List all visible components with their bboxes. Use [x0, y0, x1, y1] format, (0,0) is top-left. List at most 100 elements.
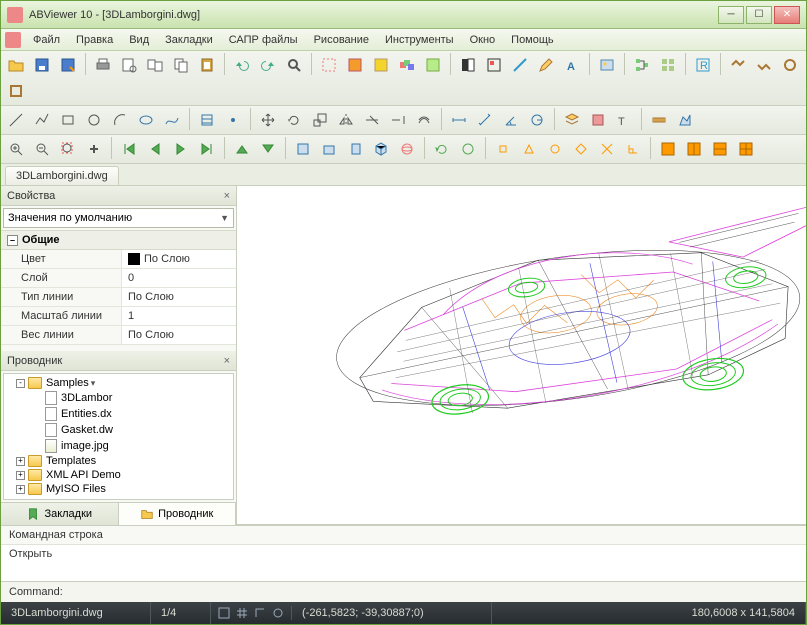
arc-icon[interactable]: [108, 108, 132, 132]
view-front-icon[interactable]: [317, 137, 341, 161]
trim-icon[interactable]: [360, 108, 384, 132]
collapse-icon[interactable]: –: [7, 235, 18, 246]
save-icon[interactable]: [30, 53, 54, 77]
tree-icon[interactable]: [630, 53, 654, 77]
tree-item[interactable]: image.jpg: [6, 438, 231, 454]
view-top-icon[interactable]: [291, 137, 315, 161]
nav-up-icon[interactable]: [230, 137, 254, 161]
pencil-icon[interactable]: [534, 53, 558, 77]
point-icon[interactable]: [221, 108, 245, 132]
view3-icon[interactable]: [778, 53, 802, 77]
rotate-icon[interactable]: [282, 108, 306, 132]
zoom-out-icon[interactable]: [30, 137, 54, 161]
move-icon[interactable]: [256, 108, 280, 132]
layers-icon[interactable]: [560, 108, 584, 132]
view-side-icon[interactable]: [343, 137, 367, 161]
layer2-icon[interactable]: [369, 53, 393, 77]
tree-item[interactable]: +MyISO Files: [6, 482, 231, 496]
tree-item[interactable]: Gasket.dw: [6, 422, 231, 438]
line-tool-icon[interactable]: [508, 53, 532, 77]
dim-linear-icon[interactable]: [447, 108, 471, 132]
snap-icon[interactable]: [217, 606, 231, 620]
view1-icon[interactable]: [726, 53, 750, 77]
undo-icon[interactable]: [230, 53, 254, 77]
save-as-icon[interactable]: [56, 53, 80, 77]
close-button[interactable]: ✕: [774, 6, 800, 24]
offset-icon[interactable]: [412, 108, 436, 132]
drawing-canvas[interactable]: [237, 186, 806, 524]
search-icon[interactable]: [282, 53, 306, 77]
expand-icon[interactable]: +: [16, 471, 25, 480]
open-icon[interactable]: [4, 53, 28, 77]
document-tab[interactable]: 3DLamborgini.dwg: [5, 166, 119, 185]
menu-cad-files[interactable]: САПР файлы: [221, 32, 306, 48]
circle-icon[interactable]: [82, 108, 106, 132]
menu-file[interactable]: Файл: [25, 32, 68, 48]
pan-icon[interactable]: [82, 137, 106, 161]
orbit-icon[interactable]: [395, 137, 419, 161]
tree-item[interactable]: -Samples▾: [6, 376, 231, 390]
prop-row-layer[interactable]: Слой 0: [1, 269, 236, 288]
layer4-icon[interactable]: [421, 53, 445, 77]
snap-perp-icon[interactable]: [621, 137, 645, 161]
multipage-print-icon[interactable]: [143, 53, 167, 77]
panel-close-icon[interactable]: ×: [224, 355, 230, 367]
panel-close-icon[interactable]: ×: [224, 190, 230, 202]
menu-view[interactable]: Вид: [121, 32, 157, 48]
grid-icon[interactable]: [656, 53, 680, 77]
dim-aligned-icon[interactable]: [473, 108, 497, 132]
snap-mid-icon[interactable]: [517, 137, 541, 161]
dim-angular-icon[interactable]: [499, 108, 523, 132]
tree-item[interactable]: Entities.dx: [6, 406, 231, 422]
nav-next-icon[interactable]: [169, 137, 193, 161]
print-icon[interactable]: [91, 53, 115, 77]
color-toggle-icon[interactable]: [456, 53, 480, 77]
maximize-button[interactable]: ☐: [746, 6, 772, 24]
snap-intersect-icon[interactable]: [595, 137, 619, 161]
expand-icon[interactable]: +: [16, 457, 25, 466]
layer1-icon[interactable]: [343, 53, 367, 77]
prop-row-lineweight[interactable]: Вес линии По Слою: [1, 326, 236, 345]
command-line[interactable]: Command:: [1, 581, 806, 602]
layer3-icon[interactable]: [395, 53, 419, 77]
tree-item[interactable]: 3DLambor: [6, 390, 231, 406]
nav-prev-icon[interactable]: [143, 137, 167, 161]
menu-window[interactable]: Окно: [462, 32, 504, 48]
textstyle-icon[interactable]: T: [612, 108, 636, 132]
snap-node-icon[interactable]: [569, 137, 593, 161]
snap-end-icon[interactable]: [491, 137, 515, 161]
extend-icon[interactable]: [386, 108, 410, 132]
menu-draw[interactable]: Рисование: [306, 32, 377, 48]
zoom-extents-icon[interactable]: [56, 137, 80, 161]
prop-row-linescale[interactable]: Масштаб линии 1: [1, 307, 236, 326]
win2-icon[interactable]: [682, 137, 706, 161]
ortho-icon[interactable]: [253, 606, 267, 620]
blocks-icon[interactable]: [586, 108, 610, 132]
tree-item[interactable]: +XML API Demo: [6, 468, 231, 482]
area-icon[interactable]: [673, 108, 697, 132]
select-icon[interactable]: [317, 53, 341, 77]
hatch-icon[interactable]: [195, 108, 219, 132]
nav-first-icon[interactable]: [117, 137, 141, 161]
ellipse-icon[interactable]: [134, 108, 158, 132]
view4-icon[interactable]: [4, 79, 28, 103]
grid-status-icon[interactable]: [235, 606, 249, 620]
win4-icon[interactable]: [734, 137, 758, 161]
polyline-icon[interactable]: [30, 108, 54, 132]
minimize-button[interactable]: ─: [718, 6, 744, 24]
tab-bookmarks[interactable]: Закладки: [1, 503, 119, 525]
nav-last-icon[interactable]: [195, 137, 219, 161]
register-icon[interactable]: R: [691, 53, 715, 77]
rect-icon[interactable]: [56, 108, 80, 132]
menu-edit[interactable]: Правка: [68, 32, 121, 48]
prop-row-linetype[interactable]: Тип линии По Слою: [1, 288, 236, 307]
image-icon[interactable]: [595, 53, 619, 77]
expand-icon[interactable]: +: [16, 485, 25, 494]
prop-group-general[interactable]: – Общие: [1, 231, 236, 250]
expand-icon[interactable]: -: [16, 379, 25, 388]
win1-icon[interactable]: [656, 137, 680, 161]
win3-icon[interactable]: [708, 137, 732, 161]
view2-icon[interactable]: [752, 53, 776, 77]
prop-row-color[interactable]: Цвет По Слою: [1, 250, 236, 269]
tree-item[interactable]: +Templates: [6, 454, 231, 468]
